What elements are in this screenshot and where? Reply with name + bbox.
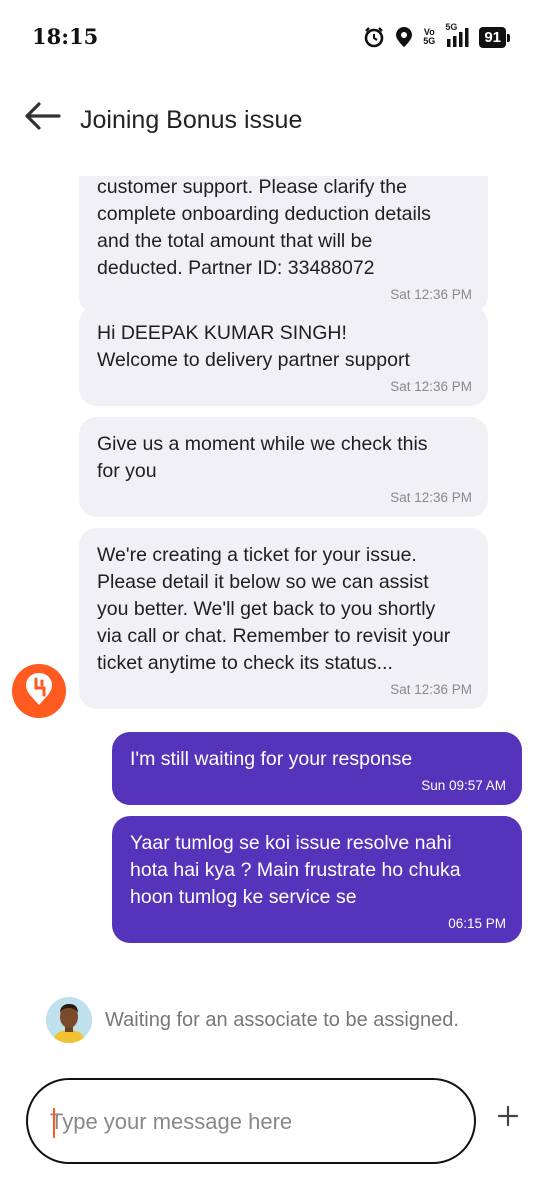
status-bar: 18:15 Vo 5G 5G 91 — [0, 0, 546, 72]
back-button[interactable] — [20, 96, 64, 140]
swiggy-logo-icon — [24, 671, 54, 712]
associate-status: Waiting for an associate to be assigned. — [46, 996, 459, 1044]
message-input[interactable] — [50, 1102, 450, 1142]
message-time: Sat 12:36 PM — [390, 287, 472, 302]
bot-avatar — [12, 664, 66, 718]
message-bubble-incoming: customer support. Please clarify the com… — [79, 176, 488, 314]
chat-thread[interactable]: customer support. Please clarify the com… — [0, 176, 546, 966]
status-time: 18:15 — [32, 24, 99, 49]
message-bubble-incoming: Give us a moment while we check this for… — [79, 417, 488, 517]
message-composer — [26, 1078, 476, 1164]
message-time: Sat 12:36 PM — [390, 490, 472, 505]
message-time: Sat 12:36 PM — [390, 682, 472, 697]
message-time: 06:15 PM — [448, 916, 506, 931]
person-avatar-icon — [46, 997, 92, 1043]
message-text: Give us a moment while we check this for… — [97, 433, 428, 482]
alarm-icon — [363, 26, 385, 48]
signal-icon: 5G — [445, 22, 469, 48]
plus-icon — [497, 1105, 519, 1132]
message-time: Sun 09:57 AM — [421, 778, 506, 793]
message-bubble-incoming: We're creating a ticket for your issue. … — [79, 528, 488, 709]
message-text: customer support. Please clarify the com… — [97, 176, 431, 279]
waiting-status-text: Waiting for an associate to be assigned. — [105, 1008, 459, 1031]
status-icons: Vo 5G 5G 91 — [363, 22, 510, 50]
chat-header: Joining Bonus issue — [0, 80, 546, 164]
battery-indicator: 91 — [479, 26, 510, 48]
message-text: Yaar tumlog se koi issue resolve nahi ho… — [130, 832, 461, 908]
arrow-left-icon — [23, 101, 61, 136]
message-bubble-outgoing: Yaar tumlog se koi issue resolve nahi ho… — [112, 816, 522, 943]
message-text: Hi DEEPAK KUMAR SINGH! Welcome to delive… — [97, 322, 410, 371]
message-text: We're creating a ticket for your issue. … — [97, 544, 451, 674]
volte-indicator: Vo 5G — [423, 27, 436, 46]
page-title: Joining Bonus issue — [80, 106, 303, 134]
message-bubble-incoming: Hi DEEPAK KUMAR SINGH! Welcome to delive… — [79, 306, 488, 406]
text-cursor — [53, 1108, 55, 1138]
message-time: Sat 12:36 PM — [390, 379, 472, 394]
message-bubble-outgoing: I'm still waiting for your response Sun … — [112, 732, 522, 805]
message-text: I'm still waiting for your response — [130, 748, 413, 770]
location-icon — [395, 26, 413, 48]
attach-button[interactable] — [490, 1100, 526, 1136]
